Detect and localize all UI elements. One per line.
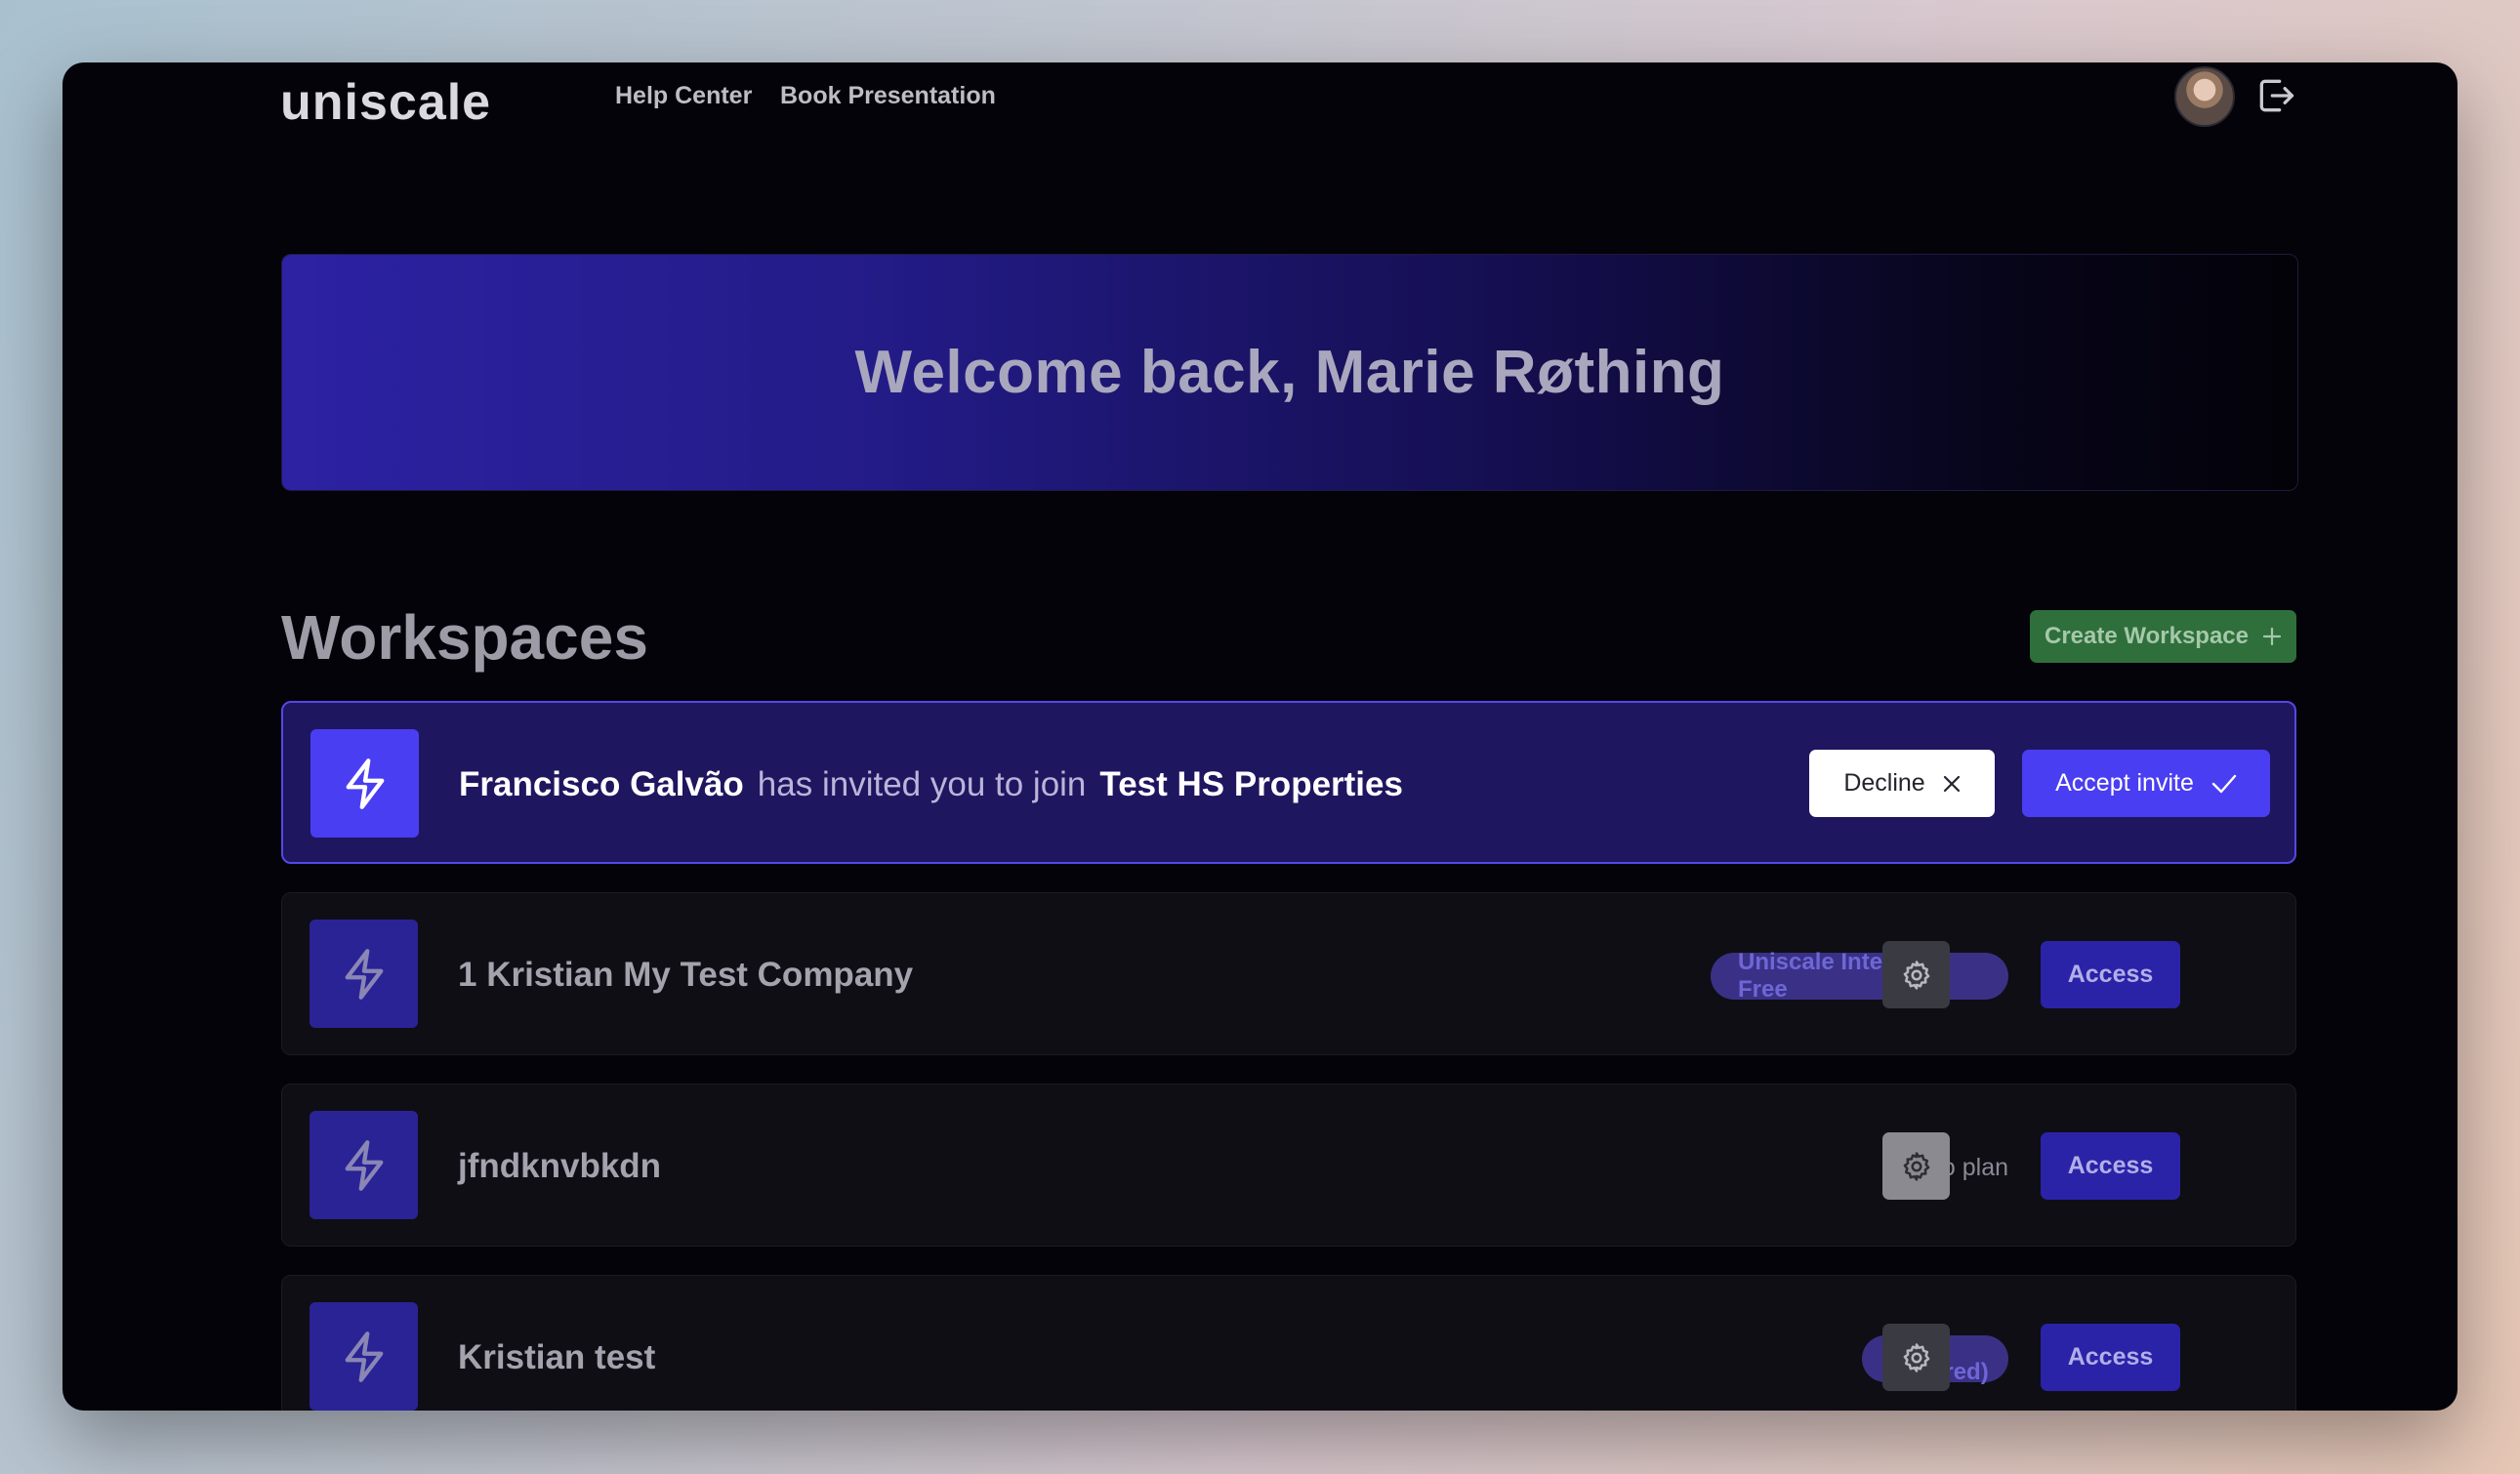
app-window: uniscale Help Center Book Presentation W… [62,62,2458,1411]
bolt-icon [345,948,383,1000]
uniscale-logo[interactable]: uniscale [280,68,491,137]
workspace-invite-row: Francisco Galvão has invited you to join… [281,701,2296,864]
create-workspace-button[interactable]: Create Workspace [2030,610,2296,663]
accept-label: Accept invite [2055,769,2194,797]
workspace-tile [310,1302,418,1411]
gear-icon [1903,960,1929,990]
accept-invite-button[interactable]: Accept invite [2022,750,2270,817]
logo-text: uniscale [280,74,492,131]
invite-message: Francisco Galvão has invited you to join… [459,703,1403,866]
gear-icon [1903,1342,1929,1372]
invite-text: has invited you to join [757,764,1087,803]
workspace-tile [310,729,419,838]
workspace-name: 1 Kristian My Test Company [458,955,914,994]
bolt-icon [345,1139,383,1191]
bolt-icon [345,1331,383,1382]
workspace-row: 1 Kristian My Test Company Uniscale Inte… [281,892,2296,1055]
workspaces-title: Workspaces [281,602,648,673]
gear-icon [1903,1151,1929,1181]
nav-help-center[interactable]: Help Center [615,76,752,115]
access-workspace-button[interactable]: Access [2041,1324,2180,1391]
workspace-row: jfndknvbkdn No plan Access [281,1084,2296,1247]
check-icon [2211,774,2237,793]
workspace-settings-button[interactable] [1882,1324,1950,1391]
welcome-banner: Welcome back, Marie Røthing [281,254,2298,491]
create-workspace-label: Create Workspace [2045,623,2249,649]
workspace-tile [310,1111,418,1219]
workspace-row: Kristian test Pro (metered) Access [281,1275,2296,1411]
decline-label: Decline [1843,769,1925,797]
user-avatar[interactable] [2174,66,2235,127]
plus-icon [2262,627,2282,646]
welcome-heading: Welcome back, Marie Røthing [854,339,1725,406]
logout-icon[interactable] [2254,74,2297,117]
nav-book-presentation[interactable]: Book Presentation [780,76,996,115]
access-workspace-button[interactable]: Access [2041,941,2180,1008]
invited-workspace-name: Test HS Properties [1099,764,1403,803]
close-icon [1943,775,1960,792]
top-navigation: uniscale Help Center Book Presentation [62,62,2458,189]
plan-badge: Uniscale Internal Free [1711,949,2008,1003]
inviter-name: Francisco Galvão [459,764,744,803]
workspace-tile [310,920,418,1028]
workspace-name: jfndknvbkdn [458,1146,662,1185]
decline-invite-button[interactable]: Decline [1809,750,1995,817]
workspace-settings-button[interactable] [1882,1132,1950,1200]
access-workspace-button[interactable]: Access [2041,1132,2180,1200]
bolt-icon [346,757,384,809]
workspace-name: Kristian test [458,1337,656,1376]
workspace-settings-button[interactable] [1882,941,1950,1008]
